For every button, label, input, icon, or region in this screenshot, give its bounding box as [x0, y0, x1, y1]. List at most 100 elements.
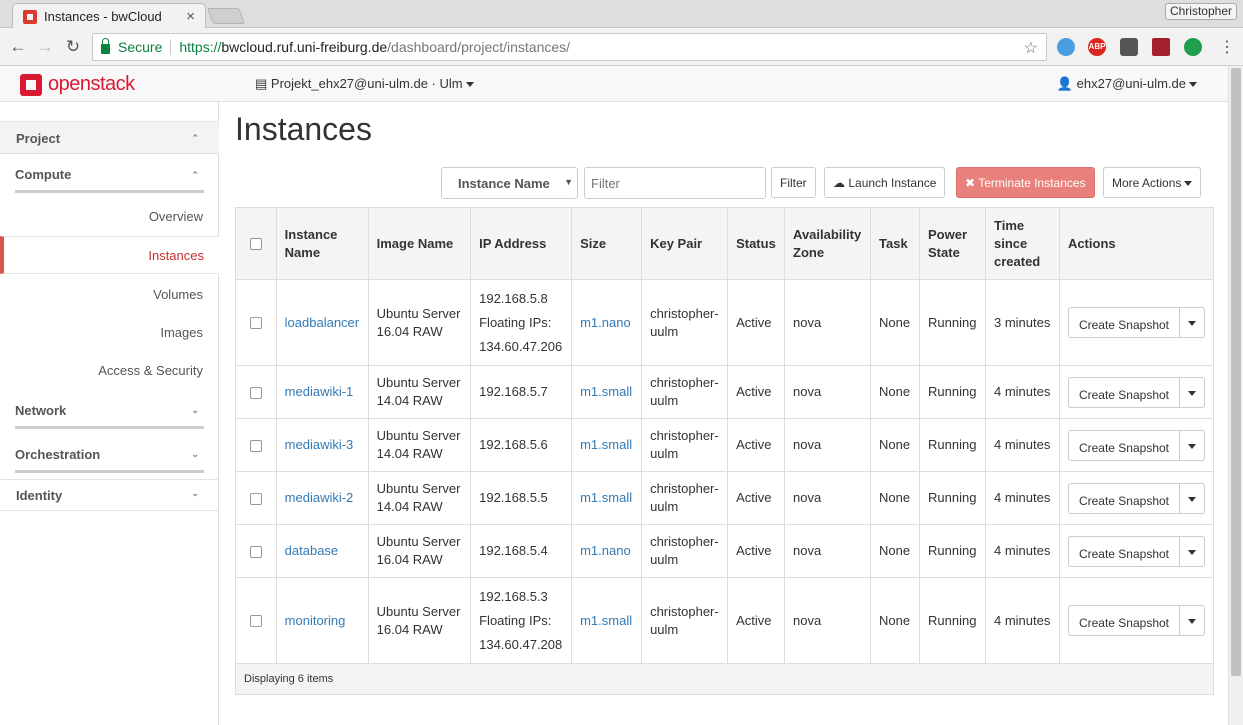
row-checkbox[interactable]	[249, 492, 262, 505]
size-link[interactable]: m1.small	[580, 437, 632, 452]
create-snapshot-button[interactable]: Create Snapshot	[1069, 483, 1180, 513]
size-link[interactable]: m1.small	[580, 384, 632, 399]
chevron-down-icon: ⌄	[191, 449, 199, 459]
forward-arrow-icon[interactable]: →	[35, 37, 55, 57]
size-link[interactable]: m1.small	[580, 613, 632, 628]
url-host: bwcloud.ruf.uni-freiburg.de	[221, 39, 388, 55]
size: m1.nano	[571, 524, 643, 578]
filter-button[interactable]: Filter	[771, 167, 816, 198]
sidebar-item-instances[interactable]: Instances	[0, 236, 219, 274]
size-link[interactable]: m1.nano	[580, 315, 631, 330]
column-header[interactable]: Image Name	[367, 207, 472, 280]
caret-down-icon	[1189, 82, 1197, 88]
close-tab-icon[interactable]: ×	[186, 9, 195, 24]
more-actions-button[interactable]: More Actions	[1103, 167, 1202, 198]
row-actions-dropdown[interactable]	[1180, 484, 1204, 513]
reload-icon[interactable]: ↻	[63, 37, 83, 57]
new-tab-button[interactable]	[207, 8, 245, 24]
row-actions-dropdown[interactable]	[1180, 431, 1204, 460]
table-row: mediawiki-3 Ubuntu Server 14.04 RAW 192.…	[235, 418, 1215, 472]
create-snapshot-button[interactable]: Create Snapshot	[1069, 377, 1180, 407]
actions-cell: Create Snapshot	[1058, 418, 1215, 472]
task: None	[870, 471, 921, 525]
instance-name-link[interactable]: database	[285, 543, 339, 558]
instance-name-link[interactable]: mediawiki-1	[285, 384, 354, 399]
sidebar-compute[interactable]: Compute ⌃	[15, 167, 204, 193]
chevron-down-icon: ⌄	[191, 405, 199, 415]
user-menu[interactable]: 👤 ehx27@uni-ulm.de	[1057, 76, 1197, 92]
column-header[interactable]: Task	[870, 207, 921, 280]
sidebar-identity[interactable]: Identity ⌄	[0, 479, 219, 511]
scrollbar-thumb[interactable]	[1231, 68, 1241, 676]
launch-instance-label: Launch Instance	[848, 176, 937, 190]
create-snapshot-button[interactable]: Create Snapshot	[1069, 430, 1180, 460]
column-header[interactable]: Instance Name	[275, 207, 369, 280]
sidebar-orchestration[interactable]: Orchestration ⌄	[15, 447, 204, 473]
sidebar-item-volumes[interactable]: Volumes	[153, 287, 203, 302]
extension-balloon-icon[interactable]	[1184, 38, 1202, 56]
back-arrow-icon[interactable]: ←	[8, 37, 28, 57]
browser-tab-title: Instances - bwCloud	[44, 9, 162, 24]
create-snapshot-button[interactable]: Create Snapshot	[1069, 536, 1180, 566]
sidebar-item-images[interactable]: Images	[160, 325, 203, 340]
table-row: mediawiki-2 Ubuntu Server 14.04 RAW 192.…	[235, 471, 1215, 525]
row-actions-dropdown[interactable]	[1180, 378, 1204, 407]
bookmark-star-icon[interactable]: ☆	[1024, 38, 1038, 58]
column-header[interactable]: Key Pair	[641, 207, 729, 280]
instance-name-link[interactable]: mediawiki-3	[285, 437, 354, 452]
column-header[interactable]: IP Address	[470, 207, 573, 280]
sidebar-project[interactable]: Project ⌃	[0, 121, 219, 154]
instance-name-link[interactable]: loadbalancer	[285, 315, 359, 330]
extension-lightbulb-icon[interactable]	[1120, 38, 1138, 56]
column-header[interactable]: Power State	[919, 207, 986, 280]
table-row: database Ubuntu Server 16.04 RAW 192.168…	[235, 524, 1215, 578]
openstack-logo[interactable]: openstack	[20, 73, 135, 96]
row-checkbox[interactable]	[249, 439, 262, 452]
sidebar-network[interactable]: Network ⌄	[15, 403, 204, 429]
actions-cell: Create Snapshot	[1058, 577, 1215, 664]
size: m1.small	[571, 418, 643, 472]
launch-instance-button[interactable]: ☁ Launch Instance	[824, 167, 946, 198]
column-header[interactable]: Status	[727, 207, 786, 280]
key-pair: christopher-uulm	[641, 524, 729, 578]
create-snapshot-button[interactable]: Create Snapshot	[1069, 308, 1180, 337]
row-checkbox[interactable]	[249, 545, 262, 558]
size-link[interactable]: m1.nano	[580, 543, 631, 558]
extension-m-icon[interactable]	[1152, 38, 1170, 56]
column-header[interactable]: Availability Zone	[784, 207, 872, 280]
profile-name[interactable]: Christopher	[1164, 3, 1237, 20]
status: Active	[727, 418, 786, 472]
instance-name-link[interactable]: mediawiki-2	[285, 490, 354, 505]
row-checkbox[interactable]	[249, 615, 262, 628]
create-snapshot-group: Create Snapshot	[1067, 482, 1205, 514]
row-checkbox[interactable]	[249, 386, 262, 399]
row-actions-dropdown[interactable]	[1180, 606, 1204, 635]
size-link[interactable]: m1.small	[580, 490, 632, 505]
filter-input[interactable]	[584, 167, 766, 199]
browser-tab[interactable]: Instances - bwCloud ×	[12, 3, 206, 29]
create-snapshot-button[interactable]: Create Snapshot	[1069, 606, 1180, 635]
row-checkbox[interactable]	[249, 317, 262, 330]
image-name: Ubuntu Server 16.04 RAW	[367, 524, 472, 578]
fixed-ip: 192.168.5.8	[479, 290, 548, 306]
sidebar-item-overview[interactable]: Overview	[149, 209, 203, 224]
browser-menu-icon[interactable]: ⋮	[1219, 37, 1235, 57]
page-scrollbar[interactable]	[1228, 66, 1243, 725]
instance-name-link[interactable]: monitoring	[285, 613, 346, 628]
column-header[interactable]: Time since created	[985, 207, 1060, 280]
adblock-plus-icon[interactable]: ABP	[1088, 38, 1106, 56]
project-switcher[interactable]: ▤ Projekt_ehx27@uni-ulm.de · Ulm	[255, 76, 474, 92]
logo-text-open: open	[48, 73, 91, 95]
row-actions-dropdown[interactable]	[1180, 308, 1204, 337]
row-actions-dropdown[interactable]	[1180, 537, 1204, 566]
filter-field-select[interactable]: Instance Name ▼	[441, 167, 578, 199]
select-all-checkbox[interactable]	[249, 238, 262, 251]
row-checkbox-cell	[235, 471, 277, 525]
sidebar-item-access-security[interactable]: Access & Security	[98, 363, 203, 378]
address-bar[interactable]: Secure https://bwcloud.ruf.uni-freiburg.…	[92, 33, 1047, 61]
item-count: Displaying 6 items	[235, 663, 1214, 695]
terminate-instances-button[interactable]: ✖ Terminate Instances	[956, 167, 1095, 198]
column-header[interactable]: Size	[571, 207, 643, 280]
extension-feather-icon[interactable]	[1057, 38, 1075, 56]
sidebar-identity-label: Identity	[16, 488, 63, 503]
